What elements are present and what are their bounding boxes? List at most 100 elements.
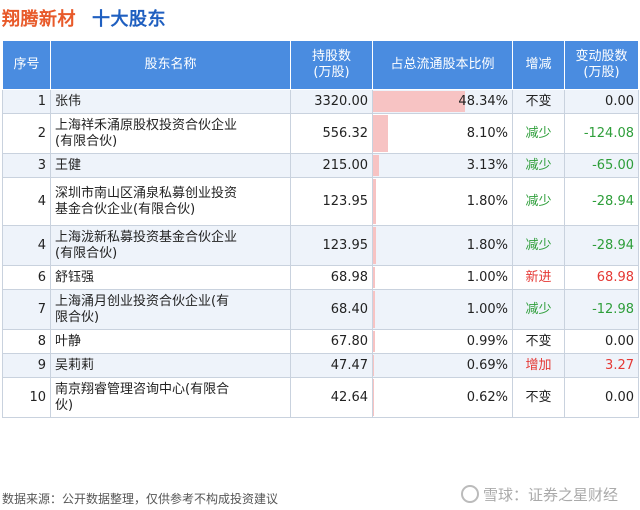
shares-held: 3320.00 [290, 89, 373, 114]
table-row: 4 深圳市南山区涌泉私募创业投资 基金合伙企业(有限合伙) 123.95 1.80% 减少… [2, 177, 639, 226]
ratio-value: 1.80% [466, 237, 508, 253]
ratio-bar [373, 179, 377, 224]
snowball-logo-icon [460, 485, 479, 503]
ratio-cell: 1.80% [372, 177, 513, 226]
table-row: 6 舒钰强 68.98 1.00% 新进 68.98 [2, 265, 639, 290]
change-type: 不变 [512, 377, 565, 418]
data-source-note: 数据来源：公开数据整理，仅供参考不构成投资建议 [2, 492, 279, 506]
ratio-bar [373, 355, 375, 376]
row-index: 4 [2, 225, 51, 266]
column-header-ratio: 占总流通股本比例 [372, 40, 513, 90]
change-amount: -124.08 [564, 113, 639, 154]
change-amount: -65.00 [564, 153, 639, 178]
change-type: 不变 [512, 329, 565, 354]
change-amount: 0.00 [564, 89, 639, 114]
change-amount: 0.00 [564, 329, 639, 354]
ratio-bar [373, 379, 375, 416]
ratio-value: 0.62% [466, 389, 508, 405]
column-header-name: 股东名称 [50, 40, 291, 90]
ratio-value: 3.13% [466, 157, 508, 173]
row-index: 8 [2, 329, 51, 354]
row-index: 2 [2, 113, 51, 154]
ratio-bar [373, 91, 466, 112]
shareholder-name: 王健 [50, 153, 291, 178]
change-type: 增加 [512, 353, 565, 378]
ratio-bar [373, 267, 375, 288]
shareholder-name: 南京翔睿管理咨询中心(有限合 伙) [50, 377, 291, 418]
ratio-value: 1.00% [466, 301, 508, 317]
column-header-change-amount: 变动股数 (万股) [564, 40, 639, 90]
section-title: 十大股东 [92, 9, 166, 30]
row-index: 4 [2, 177, 51, 226]
shares-held: 123.95 [290, 177, 373, 226]
ratio-bar [373, 155, 379, 176]
ratio-cell: 8.10% [372, 113, 513, 154]
ratio-bar [373, 227, 377, 264]
shares-held: 47.47 [290, 353, 373, 378]
table-row: 2 上海祥禾涌原股权投资合伙企业 (有限合伙) 556.32 8.10% 减少 -124.0… [2, 113, 639, 154]
ratio-cell: 3.13% [372, 153, 513, 178]
company-title: 翔腾新材 [2, 9, 76, 30]
ratio-value: 48.34% [458, 93, 508, 109]
shares-held: 123.95 [290, 225, 373, 266]
change-type: 减少 [512, 177, 565, 226]
shares-held: 215.00 [290, 153, 373, 178]
shareholder-name: 张伟 [50, 89, 291, 114]
title-bar: 翔腾新材 十大股东 [0, 0, 640, 34]
row-index: 3 [2, 153, 51, 178]
shares-held: 42.64 [290, 377, 373, 418]
column-header-change-type: 增减 [512, 40, 565, 90]
change-type: 减少 [512, 153, 565, 178]
change-amount: -12.98 [564, 289, 639, 330]
table-row: 1 张伟 3320.00 48.34% 不变 0.00 [2, 89, 639, 114]
table-row: 10 南京翔睿管理咨询中心(有限合 伙) 42.64 0.62% 不变 0.00 [2, 377, 639, 418]
shares-held: 68.40 [290, 289, 373, 330]
column-header-shares: 持股数 (万股) [290, 40, 373, 90]
change-type: 减少 [512, 225, 565, 266]
brand-text: 雪球：证券之星财经 [482, 486, 618, 504]
shareholder-name: 上海泷新私募投资基金合伙企业 (有限合伙) [50, 225, 291, 266]
ratio-bar [373, 115, 389, 152]
change-amount: 3.27 [564, 353, 639, 378]
ratio-bar [373, 331, 375, 352]
change-amount: 0.00 [564, 377, 639, 418]
table-row: 9 吴莉莉 47.47 0.69% 增加 3.27 [2, 353, 639, 378]
ratio-value: 1.80% [466, 193, 508, 209]
ratio-cell: 0.99% [372, 329, 513, 354]
column-header-index: 序号 [2, 40, 51, 90]
shares-held: 556.32 [290, 113, 373, 154]
table-row: 8 叶静 67.80 0.99% 不变 0.00 [2, 329, 639, 354]
change-amount: 68.98 [564, 265, 639, 290]
row-index: 1 [2, 89, 51, 114]
ratio-value: 0.69% [466, 357, 508, 373]
shareholder-name: 叶静 [50, 329, 291, 354]
shareholder-name: 吴莉莉 [50, 353, 291, 378]
ratio-cell: 0.62% [372, 377, 513, 418]
ratio-cell: 1.80% [372, 225, 513, 266]
shares-held: 67.80 [290, 329, 373, 354]
ratio-cell: 48.34% [372, 89, 513, 114]
ratio-cell: 1.00% [372, 265, 513, 290]
ratio-cell: 0.69% [372, 353, 513, 378]
ratio-value: 8.10% [466, 125, 508, 141]
shareholder-name: 上海祥禾涌原股权投资合伙企业 (有限合伙) [50, 113, 291, 154]
shareholder-name: 上海涌月创业投资合伙企业(有 限合伙) [50, 289, 291, 330]
shareholders-table: 序号 股东名称 持股数 (万股) 占总流通股本比例 增减 变动股数 (万股) 1 张伟… [2, 40, 639, 418]
shareholder-name: 深圳市南山区涌泉私募创业投资 基金合伙企业(有限合伙) [50, 177, 291, 226]
table-row: 3 王健 215.00 3.13% 减少 -65.00 [2, 153, 639, 178]
row-index: 7 [2, 289, 51, 330]
change-amount: -28.94 [564, 177, 639, 226]
brand-watermark: 雪球：证券之星财经 [460, 484, 618, 505]
table-row: 4 上海泷新私募投资基金合伙企业 (有限合伙) 123.95 1.80% 减少 -28.94 [2, 225, 639, 266]
row-index: 9 [2, 353, 51, 378]
shares-held: 68.98 [290, 265, 373, 290]
ratio-value: 1.00% [466, 269, 508, 285]
change-amount: -28.94 [564, 225, 639, 266]
table-header-row: 序号 股东名称 持股数 (万股) 占总流通股本比例 增减 变动股数 (万股) [2, 40, 639, 90]
table-row: 7 上海涌月创业投资合伙企业(有 限合伙) 68.40 1.00% 减少 -12.98 [2, 289, 639, 330]
row-index: 6 [2, 265, 51, 290]
ratio-cell: 1.00% [372, 289, 513, 330]
change-type: 减少 [512, 113, 565, 154]
ratio-bar [373, 291, 375, 328]
change-type: 减少 [512, 289, 565, 330]
